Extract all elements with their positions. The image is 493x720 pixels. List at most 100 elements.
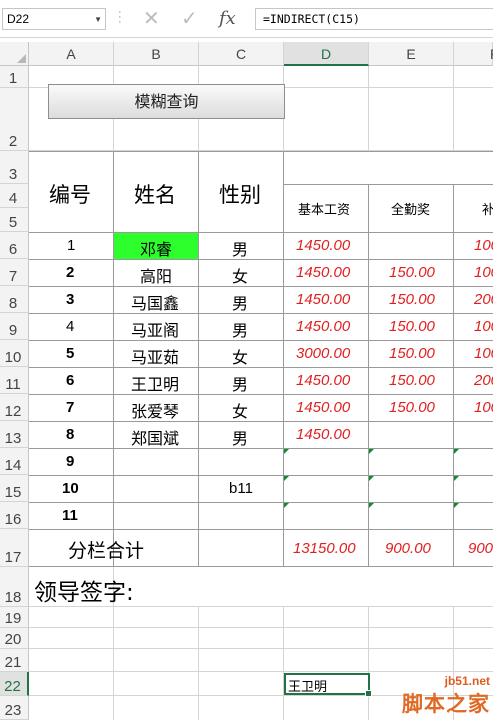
row-header-12[interactable]: 12 (0, 394, 29, 421)
cell-no[interactable]: 1 (67, 237, 75, 254)
row-header-9[interactable]: 9 (0, 313, 29, 340)
formula-input[interactable]: =INDIRECT(C15) (255, 8, 493, 30)
cell-no[interactable]: 3 (66, 291, 74, 308)
cell-name[interactable]: 王卫明 (131, 371, 179, 395)
error-indicator-icon[interactable] (369, 449, 374, 454)
fuzzy-search-button[interactable]: 模糊查询 (48, 84, 285, 119)
cell-bonus[interactable]: 150.00 (389, 372, 435, 389)
cell-gender[interactable]: 男 (232, 371, 248, 395)
cell-base[interactable]: 1450.00 (296, 372, 350, 389)
cell-gender[interactable]: 男 (232, 290, 248, 314)
close-icon[interactable]: ✕ (143, 6, 160, 31)
select-all-corner[interactable] (0, 42, 29, 66)
cell-bonus[interactable]: 150.00 (389, 264, 435, 281)
cell-allowance[interactable]: 100 (474, 345, 493, 362)
row-header-19[interactable]: 19 (0, 607, 29, 628)
error-indicator-icon[interactable] (284, 476, 289, 481)
column-header-e[interactable]: E (369, 42, 454, 66)
cell-base[interactable]: 1450.00 (296, 399, 350, 416)
cell-name[interactable]: 张爱琴 (131, 398, 179, 422)
row-header-4[interactable]: 4 (0, 184, 29, 208)
cell-allowance[interactable]: 200 (474, 291, 493, 308)
row-header-14[interactable]: 14 (0, 448, 29, 475)
column-header-d[interactable]: D (284, 42, 369, 66)
cell-no[interactable]: 7 (66, 399, 74, 416)
column-header-f[interactable]: F (454, 42, 493, 66)
row-header-13[interactable]: 13 (0, 421, 29, 448)
row-header-21[interactable]: 21 (0, 649, 29, 672)
cell-no[interactable]: 4 (66, 318, 74, 335)
fx-icon[interactable]: fx (219, 8, 236, 29)
cell-no[interactable]: 9 (66, 453, 74, 470)
totals-bonus[interactable]: 900.00 (385, 540, 431, 557)
error-indicator-icon[interactable] (369, 476, 374, 481)
row-header-22[interactable]: 22 (0, 672, 29, 696)
error-indicator-icon[interactable] (369, 503, 374, 508)
cell-gender[interactable]: 男 (232, 236, 248, 260)
cell-name[interactable]: 马亚阁 (131, 317, 179, 341)
cell-allowance[interactable]: 100 (474, 237, 493, 254)
column-header-b[interactable]: B (114, 42, 199, 66)
name-box[interactable]: D22 ▼ (2, 8, 106, 30)
row-header-2[interactable]: 2 (0, 88, 29, 151)
cell-no[interactable]: 6 (66, 372, 74, 389)
row-header-17[interactable]: 17 (0, 529, 29, 567)
cell-no[interactable]: 8 (66, 426, 74, 443)
cell-gender[interactable]: 女 (232, 344, 248, 368)
cell-base[interactable]: 3000.00 (296, 345, 350, 362)
cell-allowance[interactable]: 100 (474, 318, 493, 335)
cell-name[interactable]: 邓睿 (140, 236, 172, 260)
cell-no[interactable]: 2 (66, 264, 74, 281)
cell-no[interactable]: 5 (66, 345, 74, 362)
cell-bonus[interactable]: 150.00 (389, 291, 435, 308)
column-header-a[interactable]: A (29, 42, 114, 66)
row-header-15[interactable]: 15 (0, 475, 29, 502)
row-header-10[interactable]: 10 (0, 340, 29, 367)
cell-name[interactable]: 马亚茹 (131, 344, 179, 368)
row-header-20[interactable]: 20 (0, 628, 29, 649)
totals-base[interactable]: 13150.00 (293, 540, 356, 557)
cell-name[interactable]: 郑国斌 (131, 425, 179, 449)
cell-base[interactable]: 1450.00 (296, 318, 350, 335)
row-header-5[interactable]: 5 (0, 208, 29, 232)
cell-base[interactable]: 1450.00 (296, 237, 350, 254)
row-header-7[interactable]: 7 (0, 259, 29, 286)
row-header-16[interactable]: 16 (0, 502, 29, 529)
error-indicator-icon[interactable] (284, 503, 289, 508)
row-header-1[interactable]: 1 (0, 66, 29, 88)
active-cell[interactable]: 王卫明 (284, 673, 372, 697)
row-header-6[interactable]: 6 (0, 232, 29, 259)
row-header-3[interactable]: 3 (0, 151, 29, 184)
cell-gender[interactable]: 男 (232, 317, 248, 341)
row-header-11[interactable]: 11 (0, 367, 29, 394)
cell-gender[interactable]: b11 (229, 480, 253, 497)
error-indicator-icon[interactable] (284, 449, 289, 454)
cell-bonus[interactable]: 150.00 (389, 345, 435, 362)
cell-allowance[interactable]: 100 (474, 264, 493, 281)
grip-dots-icon[interactable]: · · · (118, 7, 122, 28)
chevron-down-icon[interactable]: ▼ (94, 15, 102, 24)
column-header-c[interactable]: C (199, 42, 284, 66)
totals-allowance[interactable]: 900 (468, 540, 493, 557)
row-header-23[interactable]: 23 (0, 696, 29, 720)
check-icon[interactable]: ✓ (181, 6, 198, 31)
cell-name[interactable]: 马国鑫 (131, 290, 179, 314)
cell-no[interactable]: 10 (62, 480, 79, 497)
cell-gender[interactable]: 男 (232, 425, 248, 449)
row-header-8[interactable]: 8 (0, 286, 29, 313)
error-indicator-icon[interactable] (454, 476, 459, 481)
cell-base[interactable]: 1450.00 (296, 291, 350, 308)
cell-bonus[interactable]: 150.00 (389, 318, 435, 335)
cell-gender[interactable]: 女 (232, 263, 248, 287)
row-header-18[interactable]: 18 (0, 567, 29, 607)
cell-allowance[interactable]: 200 (474, 372, 493, 389)
cell-no[interactable]: 11 (62, 507, 78, 524)
cell-base[interactable]: 1450.00 (296, 264, 350, 281)
error-indicator-icon[interactable] (454, 449, 459, 454)
cell-allowance[interactable]: 100 (474, 399, 493, 416)
cell-name[interactable]: 高阳 (140, 263, 172, 287)
cell-base[interactable]: 1450.00 (296, 426, 350, 443)
error-indicator-icon[interactable] (454, 503, 459, 508)
cell-gender[interactable]: 女 (232, 398, 248, 422)
cell-bonus[interactable]: 150.00 (389, 399, 435, 416)
